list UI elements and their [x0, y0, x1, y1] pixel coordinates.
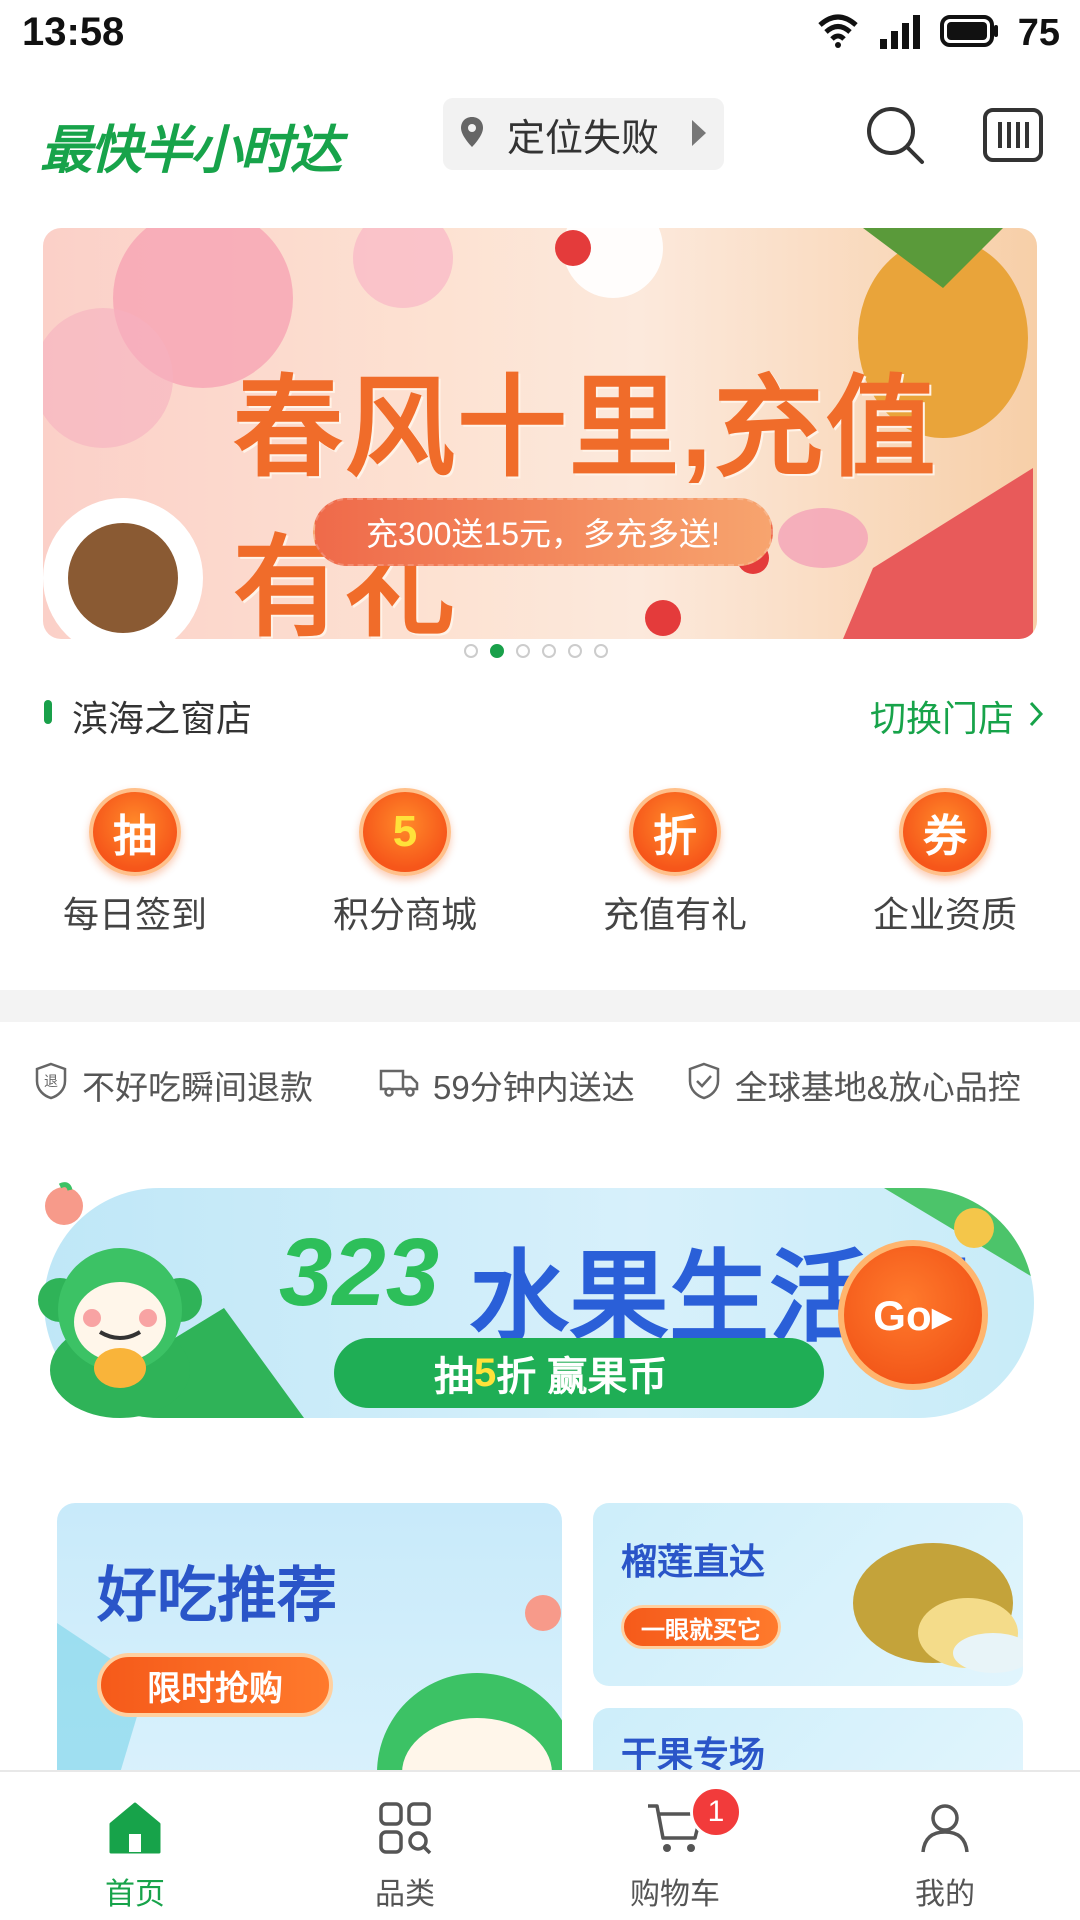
festival-pill-suffix: 折 赢果币: [496, 1355, 668, 1399]
section-divider: [0, 990, 1080, 1022]
status-bar: 13:58 75: [0, 0, 1080, 70]
svg-text:退: 退: [44, 1074, 58, 1090]
festival-number: 323: [279, 1219, 440, 1326]
pagination-dot-active: [490, 644, 504, 658]
quick-label: 企业资质: [872, 894, 1017, 935]
service-promises: 退 不好吃瞬间退款 59分钟内送达 全球基地&放心品控: [0, 1058, 1080, 1112]
quick-daily-checkin[interactable]: 抽 每日签到: [0, 788, 270, 938]
barcode-scan-icon[interactable]: [982, 104, 1044, 166]
buy-now-button[interactable]: 一眼就买它: [621, 1605, 781, 1649]
quick-recharge-gift[interactable]: 折 充值有礼: [540, 788, 810, 938]
durian-title: 榴莲直达: [621, 1541, 766, 1582]
points-icon: 5: [359, 788, 451, 876]
quick-company-qualification[interactable]: 券 企业资质: [810, 788, 1080, 938]
search-icon[interactable]: [864, 104, 926, 166]
promise-refund: 退 不好吃瞬间退款: [34, 1061, 313, 1109]
promise-quality: 全球基地&放心品控: [687, 1061, 1021, 1109]
truck-icon: [379, 1065, 419, 1105]
banner-pagination: [464, 644, 608, 658]
play-arrow-icon: [690, 118, 708, 153]
pagination-dot: [594, 644, 608, 658]
tab-label: 我的: [915, 1878, 975, 1911]
promise-text: 不好吃瞬间退款: [82, 1069, 313, 1106]
banner-title: 春风十里,充值有礼: [233, 367, 938, 639]
quick-points-mall[interactable]: 5 积分商城: [270, 788, 540, 938]
home-icon: [107, 1800, 163, 1861]
store-name: 滨海之窗店: [72, 698, 253, 739]
durian-card[interactable]: 榴莲直达 一眼就买它: [593, 1503, 1023, 1686]
festival-pill-prefix: 抽: [434, 1355, 474, 1399]
discount-icon: 折: [629, 788, 721, 876]
store-row: 滨海之窗店 切换门店: [0, 680, 1080, 740]
bottom-tab-bar: 首页 品类 1 购物车 我的: [0, 1770, 1080, 1920]
switch-store-link[interactable]: 切换门店: [870, 690, 1044, 742]
quick-actions: 抽 每日签到 5 积分商城 折 充值有礼 券 企业资质: [0, 788, 1080, 938]
fruit-festival-banner[interactable]: 323 水果生活节 抽 5 折 赢果币 Go▸: [20, 1180, 1038, 1420]
festival-pill: 抽 5 折 赢果币: [334, 1338, 824, 1408]
chevron-right-icon: [1028, 695, 1044, 737]
recommend-title: 好吃推荐: [97, 1562, 337, 1629]
recommend-card[interactable]: 好吃推荐 限时抢购: [57, 1503, 562, 1783]
promise-text: 全球基地&放心品控: [734, 1069, 1021, 1106]
pagination-dot: [568, 644, 582, 658]
tab-category[interactable]: 品类: [270, 1772, 540, 1920]
pagination-dot: [542, 644, 556, 658]
recommend-decoration: [57, 1595, 562, 1783]
promise-text: 59分钟内送达: [433, 1069, 635, 1106]
location-pin-icon: [459, 115, 485, 154]
lottery-icon: 抽: [89, 788, 181, 876]
go-button[interactable]: Go▸: [838, 1240, 988, 1390]
quick-label: 积分商城: [332, 894, 477, 935]
promise-delivery: 59分钟内送达: [379, 1061, 635, 1109]
monkey-mascot-icon: [20, 1220, 220, 1425]
status-indicators: 75: [816, 12, 1060, 55]
location-selector[interactable]: 定位失败: [443, 98, 724, 170]
battery-icon: [939, 14, 1000, 53]
switch-store-label: 切换门店: [869, 698, 1014, 739]
cart-badge: 1: [690, 1786, 742, 1838]
quick-label: 每日签到: [62, 894, 207, 935]
app-header: 最快半小时达 定位失败: [0, 90, 1080, 180]
wifi-icon: [816, 13, 860, 54]
status-time: 13:58: [22, 10, 125, 54]
pagination-dot: [516, 644, 530, 658]
signal-icon: [878, 13, 922, 54]
coupon-icon: 券: [899, 788, 991, 876]
festival-pill-highlight: 5: [474, 1350, 497, 1395]
category-icon: [377, 1800, 433, 1861]
peach-icon: [40, 1180, 88, 1233]
durian-image: [853, 1543, 1023, 1673]
tab-profile[interactable]: 我的: [810, 1772, 1080, 1920]
quick-label: 充值有礼: [602, 894, 747, 935]
promo-banner[interactable]: 春风十里,充值有礼 充300送15元，多充多送!: [43, 228, 1037, 639]
banner-subtitle: 充300送15元，多充多送!: [313, 498, 773, 566]
store-accent-bar: [44, 700, 52, 724]
flash-sale-button[interactable]: 限时抢购: [97, 1653, 333, 1717]
tab-label: 品类: [375, 1878, 435, 1911]
tab-label: 购物车: [630, 1878, 720, 1911]
profile-icon: [917, 1800, 973, 1861]
check-shield-icon: [687, 1062, 721, 1108]
location-label: 定位失败: [507, 117, 660, 160]
battery-level: 75: [1017, 12, 1060, 54]
refund-shield-icon: 退: [34, 1062, 68, 1108]
app-logo: 最快半小时达: [40, 122, 342, 180]
tab-label: 首页: [105, 1878, 165, 1911]
tab-home[interactable]: 首页: [0, 1772, 270, 1920]
pagination-dot: [464, 644, 478, 658]
tab-cart[interactable]: 1 购物车: [540, 1772, 810, 1920]
